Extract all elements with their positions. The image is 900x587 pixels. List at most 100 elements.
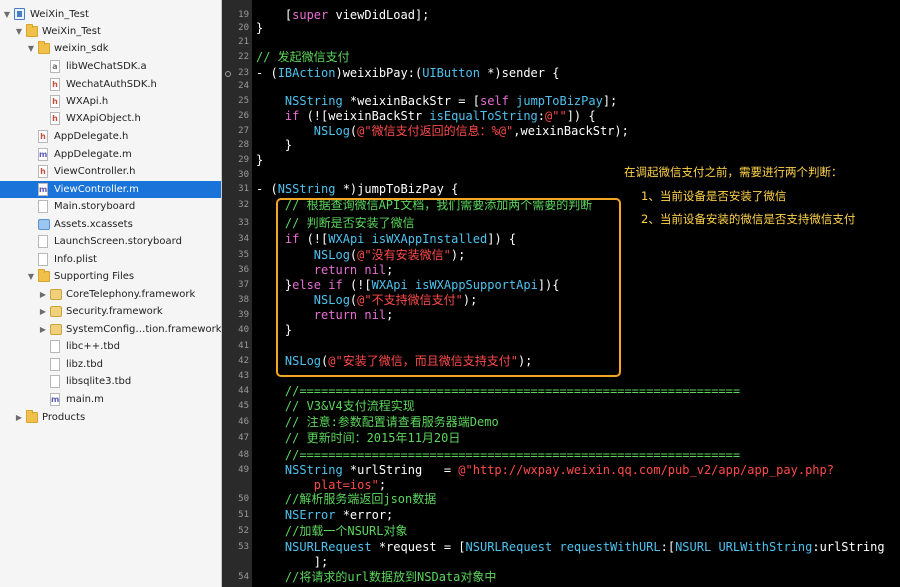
code-token: :urlString	[812, 540, 885, 554]
storyboard-file-icon	[38, 200, 48, 213]
code-token: }	[256, 21, 264, 35]
code-token: *urlString =	[342, 463, 459, 477]
action-connection-icon[interactable]	[225, 71, 231, 77]
code-line[interactable]: // 注意:参数配置请查看服务器端Demo	[256, 415, 499, 430]
navigator-item[interactable]: h WXApiObject.h	[0, 110, 221, 127]
navigator-item[interactable]: Info.plist	[0, 251, 221, 268]
code-line[interactable]: NSError *error;	[256, 508, 393, 523]
line-number: 46	[238, 417, 249, 427]
navigator-item[interactable]: h ViewController.h	[0, 163, 221, 180]
navigator-item[interactable]: Main.storyboard	[0, 198, 221, 215]
navigator-item[interactable]: h WXApi.h	[0, 93, 221, 110]
header-file-icon: h	[50, 78, 60, 91]
code-token: if	[284, 109, 300, 123]
navigator-item-label: libWeChatSDK.a	[66, 61, 147, 72]
disclosure-triangle-icon[interactable]: ▼	[26, 268, 36, 285]
disclosure-triangle-icon[interactable]: ▶	[38, 321, 48, 338]
navigator-item[interactable]: libc++.tbd	[0, 338, 221, 355]
code-line[interactable]: NSString *weixinBackStr = [self jumpToBi…	[256, 94, 617, 109]
navigator-item[interactable]: ▼ Supporting Files	[0, 268, 221, 285]
code-token: IBAction	[277, 66, 336, 80]
navigator-item[interactable]: libz.tbd	[0, 356, 221, 373]
code-line[interactable]: //解析服务端返回json数据	[256, 492, 436, 507]
group-folder-icon	[26, 24, 38, 37]
navigator-item[interactable]: m AppDelegate.m	[0, 146, 221, 163]
navigator-item-label: Supporting Files	[54, 271, 135, 282]
line-number: 34	[238, 234, 249, 244]
disclosure-triangle-icon[interactable]: ▶	[14, 409, 24, 426]
navigator-item[interactable]: libsqlite3.tbd	[0, 373, 221, 390]
code-line[interactable]: plat=ios";	[256, 478, 386, 493]
navigator-item[interactable]: m main.m	[0, 391, 221, 408]
code-line[interactable]: }	[256, 21, 263, 36]
navigator-item[interactable]: ▶ SystemConfig…tion.framework	[0, 321, 222, 338]
line-number: 33	[238, 218, 249, 228]
navigator-item-label: SystemConfig…tion.framework	[66, 324, 222, 335]
code-line[interactable]: if (![weixinBackStr isEqualToString:@""]…	[256, 109, 596, 124]
line-number: 38	[238, 295, 249, 305]
navigator-item[interactable]: ▼ weixin_sdk	[0, 40, 221, 57]
code-token: // 发起微信支付	[256, 50, 350, 64]
navigator-item[interactable]: ▶ Security.framework	[0, 303, 221, 320]
disclosure-triangle-icon[interactable]: ▼	[26, 40, 36, 57]
code-token: NSURLRequest	[284, 540, 372, 554]
code-line[interactable]: // 更新时间：2015年11月20日	[256, 431, 460, 446]
code-line[interactable]: // V3&V4支付流程实现	[256, 399, 415, 414]
project-navigator: ▼ WeiXin_Test ▼ WeiXin_Test ▼ weixin_sdk a libW…	[0, 0, 222, 587]
line-number: 44	[238, 386, 249, 396]
code-line[interactable]: NSLog(@"微信支付返回的信息：%@",weixinBackStr);	[256, 124, 629, 139]
navigator-item[interactable]: h WechatAuthSDK.h	[0, 76, 221, 93]
disclosure-triangle-icon[interactable]: ▼	[14, 23, 24, 40]
navigator-item[interactable]: ▼ WeiXin_Test	[0, 6, 221, 23]
line-number: 53	[238, 542, 249, 552]
code-token: ]) {	[566, 109, 596, 123]
group-folder-icon	[38, 41, 50, 54]
code-token: - (	[256, 182, 278, 196]
line-number: 30	[238, 170, 249, 180]
navigator-item[interactable]: LaunchScreen.storyboard	[0, 233, 221, 250]
navigator-item-label: Main.storyboard	[54, 201, 136, 212]
navigator-item[interactable]: Assets.xcassets	[0, 216, 221, 233]
navigator-item[interactable]: ▶ Products	[0, 409, 221, 426]
navigator-item-label: ViewController.m	[54, 184, 139, 195]
code-line[interactable]: //======================================…	[256, 448, 740, 463]
navigator-item-label: WXApi.h	[66, 96, 109, 107]
disclosure-triangle-icon[interactable]: ▼	[2, 6, 12, 23]
code-line[interactable]: - (IBAction)weixibPay:(UIButton *)sender…	[256, 66, 559, 81]
code-line[interactable]: //======================================…	[256, 384, 740, 399]
line-number: 26	[238, 111, 249, 121]
line-number: 49	[238, 465, 249, 475]
code-line[interactable]: [super viewDidLoad];	[256, 8, 430, 23]
disclosure-triangle-icon[interactable]: ▶	[38, 286, 48, 303]
code-line[interactable]: //加载一个NSURL对象	[256, 524, 408, 539]
code-line[interactable]: //将请求的url数据放到NSData对象中	[256, 570, 496, 585]
code-token: requestWithURL	[559, 540, 661, 554]
navigator-item[interactable]: ▼ WeiXin_Test	[0, 23, 221, 40]
line-number: 42	[238, 356, 249, 366]
line-number: 24	[238, 81, 249, 91]
code-line[interactable]: NSString *urlString = @"http://wxpay.wei…	[256, 463, 834, 478]
navigator-item[interactable]: a libWeChatSDK.a	[0, 58, 221, 75]
navigator-item[interactable]: h AppDelegate.h	[0, 128, 221, 145]
code-token: NSURL	[675, 540, 712, 554]
disclosure-triangle-icon[interactable]: ▶	[38, 303, 48, 320]
code-token: :	[537, 109, 546, 123]
code-token: NSString	[284, 94, 343, 108]
code-line[interactable]: - (NSString *)jumpToBizPay {	[256, 182, 458, 197]
navigator-item[interactable]: ▶ CoreTelephony.framework	[0, 286, 221, 303]
code-line[interactable]: // 发起微信支付	[256, 50, 350, 65]
code-line[interactable]: }	[256, 153, 263, 168]
framework-icon	[50, 324, 62, 335]
navigator-item[interactable]: m ViewController.m	[0, 181, 221, 198]
code-line[interactable]: ];	[256, 555, 328, 570]
code-line[interactable]: NSURLRequest *request = [NSURLRequest re…	[256, 540, 885, 555]
code-line[interactable]: }	[256, 138, 292, 153]
